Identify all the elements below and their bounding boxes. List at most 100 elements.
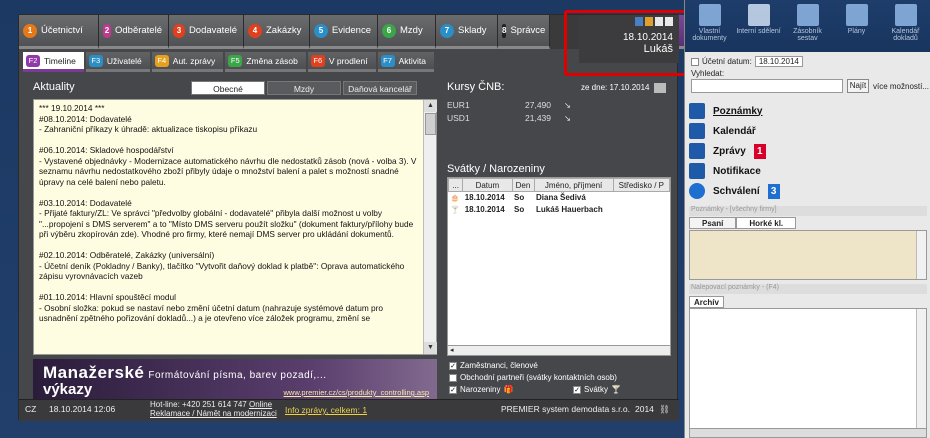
sub-tab-f6[interactable]: F6 V prodlení <box>307 52 376 72</box>
sticky-archive-tab[interactable]: Archív <box>689 296 724 308</box>
sub-tabs: F2 Timeline F3 Uživatelé F4 Aut. zprávy F5 Změn… <box>19 52 579 74</box>
banner-link[interactable]: www.premier.cz/cs/produkty_controlling.a… <box>284 388 429 397</box>
promo-banner[interactable]: Manažerské Formátování písma, barev pozad… <box>33 359 437 401</box>
birthday-date: 18.10.2014 <box>464 205 505 214</box>
module-tab-number: 8 <box>502 23 507 38</box>
sub-tab-f7[interactable]: F7 Aktivita <box>377 52 434 72</box>
sub-tab-f3[interactable]: F3 Uživatelé <box>85 52 150 72</box>
search-input[interactable] <box>691 79 843 93</box>
notes-scrollbar[interactable] <box>916 231 926 279</box>
module-tab-label: Evidence <box>331 25 371 36</box>
birthdays-column-header[interactable]: Den <box>511 178 535 192</box>
module-tab-7[interactable]: 7 Sklady <box>436 15 498 49</box>
birthdays-filter[interactable]: ✓ Zaměstnanci, členové <box>449 361 538 370</box>
module-tab-6[interactable]: 6 Mzdy <box>378 15 436 49</box>
module-tab-8[interactable]: 8 Správce <box>498 15 550 49</box>
birthdays-table[interactable]: ... Datum Den Jméno, příjmení Středisko / P … <box>447 177 671 355</box>
notes-textarea[interactable] <box>689 230 927 280</box>
toolbar-button-3[interactable]: Zásobník sestav <box>783 0 832 52</box>
side-item-5[interactable]: Schválení 3 <box>689 182 780 200</box>
filter-checkbox[interactable] <box>449 373 457 382</box>
module-tabs: 1 Účetnictví 2 Odběratelé 3 Dodavatelé 4 Zakázk… <box>19 15 693 49</box>
news-tab[interactable]: Obecné <box>191 81 265 95</box>
module-tab-4[interactable]: 4 Zakázky <box>244 15 310 49</box>
news-title: Aktuality <box>33 81 75 93</box>
toolbar-button-4[interactable]: Plány <box>832 0 881 52</box>
birthdays-header-row: ... Datum Den Jméno, příjmení Středisko / P <box>448 178 670 192</box>
news-scrollbar[interactable]: ▲ ▼ <box>423 100 437 354</box>
info-messages-link[interactable]: Info zprávy, celkem: 1 <box>285 405 367 415</box>
find-button[interactable]: Najít <box>847 79 869 93</box>
sticky-header: Nalepovací poznámky - (F4) <box>689 284 927 294</box>
birthdays-filter[interactable]: Obchodní partneři (svátky kontaktních os… <box>449 373 617 382</box>
sub-tab-key: F3 <box>88 54 103 67</box>
module-tab-label: Dodavatelé <box>188 25 237 36</box>
sticky-notes-area[interactable] <box>689 308 927 430</box>
birthdays-column-header[interactable]: Jméno, příjmení <box>533 178 614 192</box>
side-bottom-scrollbar[interactable] <box>689 428 927 438</box>
notes-tab[interactable]: Psaní <box>689 217 737 229</box>
ucet-date-checkbox[interactable] <box>691 57 699 66</box>
side-item-2[interactable]: Kalendář <box>689 122 756 140</box>
cnb-value: 21,439 <box>525 113 551 123</box>
sub-tab-f4[interactable]: F4 Aut. zprávy <box>151 52 224 72</box>
hotline-block: Hot-line: +420 251 614 747 Online Reklam… <box>150 400 277 418</box>
birthdays-title: Svátky / Narozeniny <box>447 163 545 175</box>
status-datetime: 18.10.2014 12:06 <box>49 404 116 414</box>
sub-tab-f2[interactable]: F2 Timeline <box>23 52 84 72</box>
notes-tab[interactable]: Horké kl. <box>736 217 797 229</box>
link-icon[interactable]: ⛓ <box>659 404 670 415</box>
toolbar-button-2[interactable]: Interní sdělení <box>734 0 783 52</box>
birthdays-column-header[interactable]: ... <box>448 178 464 192</box>
company-name: PREMIER system demodata s.r.o. <box>501 404 630 414</box>
module-tab-1[interactable]: 1 Účetnictví <box>19 15 99 49</box>
birthday-name: Diana Šedivá <box>536 193 586 203</box>
sticky-scrollbar[interactable] <box>916 309 926 429</box>
trend-down-icon: ↘ <box>563 113 571 123</box>
news-line: #03.10.2014: Dodavatelé <box>39 197 132 208</box>
module-tab-label: Správce <box>510 25 546 36</box>
scroll-down-icon[interactable]: ▼ <box>424 342 437 354</box>
birthday-row[interactable]: 🍸 18.10.2014 So Lukáš Hauerbach <box>449 204 670 216</box>
sub-tab-f5[interactable]: F5 Změna zásob <box>225 52 306 72</box>
birthdays-filter-narozeniny[interactable]: ✓ Narozeniny 🎁 <box>449 385 513 394</box>
module-tab-label: Sklady <box>458 25 487 36</box>
status-bar: CZ 18.10.2014 12:06 Hot-line: +420 251 6… <box>19 399 679 421</box>
birthday-center <box>613 192 669 204</box>
birthdays-filter-svatky[interactable]: ✓ Svátky 🍸 <box>573 385 621 394</box>
scroll-thumb[interactable] <box>425 113 436 135</box>
news-line: - Zahraniční příkazy k úhradě: aktualiza… <box>39 124 258 134</box>
module-tab-2[interactable]: 2 Odběratelé <box>99 15 169 49</box>
side-panel: Vlastní dokumenty Interní sdělení Zásobník… <box>684 0 930 438</box>
side-item-label: Notifikace <box>713 165 761 177</box>
filter-checkbox[interactable]: ✓ <box>573 385 581 394</box>
cnb-refresh-button[interactable] <box>653 83 666 93</box>
birthdays-column-header[interactable]: Středisko / P <box>612 178 670 192</box>
highlight-annotation <box>564 10 688 76</box>
birthday-row[interactable]: 🎂 18.10.2014 So Diana Šedivá <box>449 192 670 204</box>
module-tab-3[interactable]: 3 Dodavatelé <box>169 15 244 49</box>
cnb-date: ze dne: 17.10.2014 <box>581 83 666 93</box>
filter-checkbox[interactable]: ✓ <box>449 361 457 370</box>
online-link[interactable]: Online <box>249 400 272 409</box>
birthdays-column-header[interactable]: Datum <box>462 178 513 192</box>
filter-label: Svátky <box>584 385 609 394</box>
birthdays-scrollbar[interactable]: ◂ <box>447 345 671 356</box>
message-icon <box>747 4 770 26</box>
side-item-3[interactable]: Zprávy 1 <box>689 142 766 160</box>
news-line <box>39 282 420 293</box>
module-tab-5[interactable]: 5 Evidence <box>310 15 378 49</box>
more-options-link[interactable]: více možností... <box>873 82 929 91</box>
reklamace-link[interactable]: Reklamace / Námět na modernizaci <box>150 409 277 418</box>
news-tab[interactable]: Mzdy <box>267 81 341 95</box>
side-item-1[interactable]: Poznámky <box>689 102 762 120</box>
news-content[interactable]: *** 19.10.2014 *** #08.10.2014: Dodavatel… <box>33 99 437 355</box>
filter-checkbox[interactable]: ✓ <box>449 385 457 394</box>
ucet-date-field[interactable]: 18.10.2014 <box>754 56 803 67</box>
news-tab[interactable]: Daňová kancelář <box>343 81 417 95</box>
toolbar-button-1[interactable]: Vlastní dokumenty <box>685 0 734 52</box>
scroll-up-icon[interactable]: ▲ <box>424 100 437 112</box>
toolbar-button-5[interactable]: Kalendář dokladů <box>881 0 930 52</box>
side-item-4[interactable]: Notifikace <box>689 162 761 180</box>
language-code: CZ <box>25 404 37 414</box>
